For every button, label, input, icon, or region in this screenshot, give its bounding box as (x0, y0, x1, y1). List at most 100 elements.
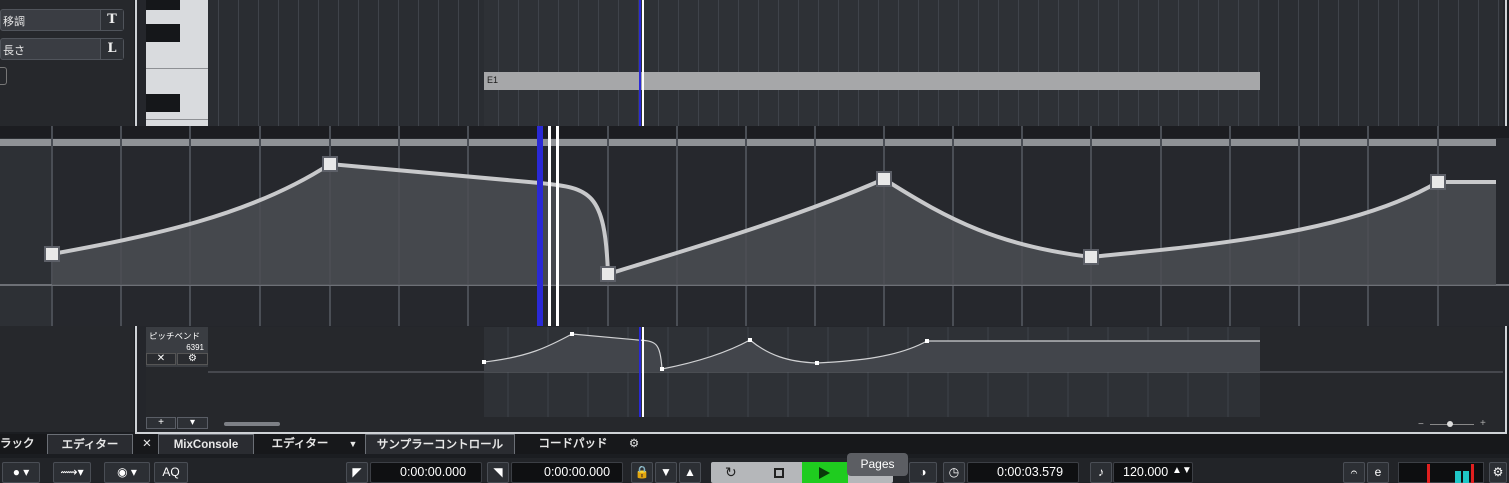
grid-line (1178, 0, 1179, 126)
tab-chord-pads[interactable]: コードパッド (525, 434, 621, 454)
zoom-in-icon[interactable]: + (1480, 418, 1486, 429)
left-locator-value: 0:00:00.000 (400, 465, 467, 479)
tab-sampler-control[interactable]: サンプラーコントロール (365, 434, 515, 454)
grid-line (1018, 0, 1019, 126)
lower-zone-tabs: ラック エディター ✕ MixConsole エディター ▼ サンプラーコントロ… (0, 434, 1509, 454)
pitchbend-lane[interactable] (0, 126, 1509, 326)
gear-icon[interactable]: ⚙ (624, 434, 644, 454)
grid-line (418, 0, 419, 126)
controller-delete-icon[interactable]: ✕ (146, 353, 176, 365)
grid-line (1278, 0, 1279, 126)
punch-out-icon[interactable]: ▲ (679, 462, 701, 483)
key-divider (146, 119, 208, 120)
transpose-key[interactable]: T (100, 10, 123, 30)
grid-line (1078, 0, 1079, 126)
grid-line (518, 0, 519, 126)
add-lane-icon[interactable]: + (146, 417, 176, 429)
piano-keyboard[interactable] (146, 0, 208, 126)
right-locator-value: 0:00:00.000 (544, 465, 611, 479)
grid-line (1438, 0, 1439, 126)
transpose-field[interactable]: 移調 T (0, 9, 124, 31)
tab-editor[interactable]: エディター (262, 434, 338, 454)
follow-icon[interactable]: ◑ (909, 462, 937, 483)
length-key[interactable]: L (100, 39, 123, 59)
lane-menu-icon[interactable]: ▾ (177, 417, 208, 429)
note-grid[interactable] (208, 0, 1503, 126)
gear-icon[interactable]: ⚙ (177, 353, 208, 365)
grid-line (658, 0, 659, 126)
tempo-icon[interactable]: ♪ (1090, 462, 1112, 483)
zoom-out-icon[interactable]: − (1418, 419, 1424, 430)
record-icon[interactable]: ● ▾ (2, 462, 40, 483)
horizontal-scrollbar-area (146, 417, 1503, 432)
scrollbar-thumb[interactable] (224, 422, 280, 426)
grid-line (738, 0, 739, 126)
stop-icon[interactable] (774, 468, 784, 478)
grid-line (1418, 0, 1419, 126)
meter-peak (1471, 464, 1474, 483)
left-locator-icon[interactable]: ◤ (346, 462, 368, 483)
controller-curve[interactable] (208, 327, 1503, 417)
grid-line (1158, 0, 1159, 126)
note-label: E1 (487, 75, 499, 85)
automation-point[interactable] (876, 171, 892, 187)
length-field[interactable]: 長さ L (0, 38, 124, 60)
aq-button[interactable]: AQ (154, 462, 188, 483)
right-locator-icon[interactable]: ◥ (487, 462, 509, 483)
close-icon[interactable]: ✕ (140, 434, 154, 454)
midi-icon[interactable]: ◉ ▾ (104, 462, 150, 483)
tooltip: Pages (847, 453, 908, 476)
tab-left-editor[interactable]: エディター (47, 434, 133, 454)
automation-point[interactable] (1430, 174, 1446, 190)
punch-in-icon[interactable]: ▼ (655, 462, 677, 483)
automation-point[interactable] (44, 246, 60, 262)
black-key[interactable] (146, 94, 180, 112)
project-cursor[interactable] (642, 0, 644, 126)
gear-icon[interactable]: ⚙ (1489, 462, 1507, 483)
grid-line (1458, 0, 1459, 126)
grid-line (398, 0, 399, 126)
lock-icon[interactable]: 🔒 (631, 462, 653, 483)
grid-line (1198, 0, 1199, 126)
black-key[interactable] (146, 0, 180, 10)
grid-line (438, 0, 439, 126)
grid-line (1338, 0, 1339, 126)
clock-icon[interactable]: ◷ (943, 462, 965, 483)
meter-bar (1463, 471, 1469, 483)
grid-line (938, 0, 939, 126)
controller-name: ピッチベンド (149, 331, 201, 341)
chevron-down-icon[interactable]: ▼ (346, 434, 360, 454)
grid-line (1498, 0, 1499, 126)
tempo-stepper-icon[interactable]: ▲▼ (1172, 465, 1192, 476)
midi-note[interactable]: E1 (484, 72, 1260, 90)
click-pattern-icon[interactable]: e (1367, 462, 1389, 483)
automation-point[interactable] (1083, 249, 1099, 265)
tab-rack[interactable]: ラック (0, 434, 36, 454)
grid-line (338, 0, 339, 126)
grid-line (278, 0, 279, 126)
automation-point[interactable] (322, 156, 338, 172)
grid-line (798, 0, 799, 126)
grid-line (678, 0, 679, 126)
inspector-toggle[interactable] (0, 67, 7, 85)
grid-line (1318, 0, 1319, 126)
grid-line (478, 0, 479, 126)
grid-line (978, 0, 979, 126)
transport-bar: ● ▾ ⟿▾ ◉ ▾ AQ ◤ 0:00:00.000 ◥ 0:00:00.00… (0, 458, 1509, 483)
tab-mixconsole[interactable]: MixConsole (158, 434, 254, 454)
grid-line (598, 0, 599, 126)
black-key[interactable] (146, 24, 180, 42)
transpose-label: 移調 (3, 16, 25, 28)
grid-line (538, 0, 539, 126)
grid-line (298, 0, 299, 126)
automation-point[interactable] (600, 266, 616, 282)
zoom-slider-handle[interactable] (1447, 421, 1453, 427)
waveform-icon[interactable]: ⟿▾ (53, 462, 91, 483)
position-value: 0:00:03.579 (997, 465, 1064, 479)
grid-line (718, 0, 719, 126)
meter-bar (1455, 471, 1461, 483)
cycle-icon[interactable]: ↻ (725, 464, 737, 481)
grid-line (618, 0, 619, 126)
metronome-icon[interactable]: 𝄐 (1343, 462, 1365, 483)
grid-line (1238, 0, 1239, 126)
